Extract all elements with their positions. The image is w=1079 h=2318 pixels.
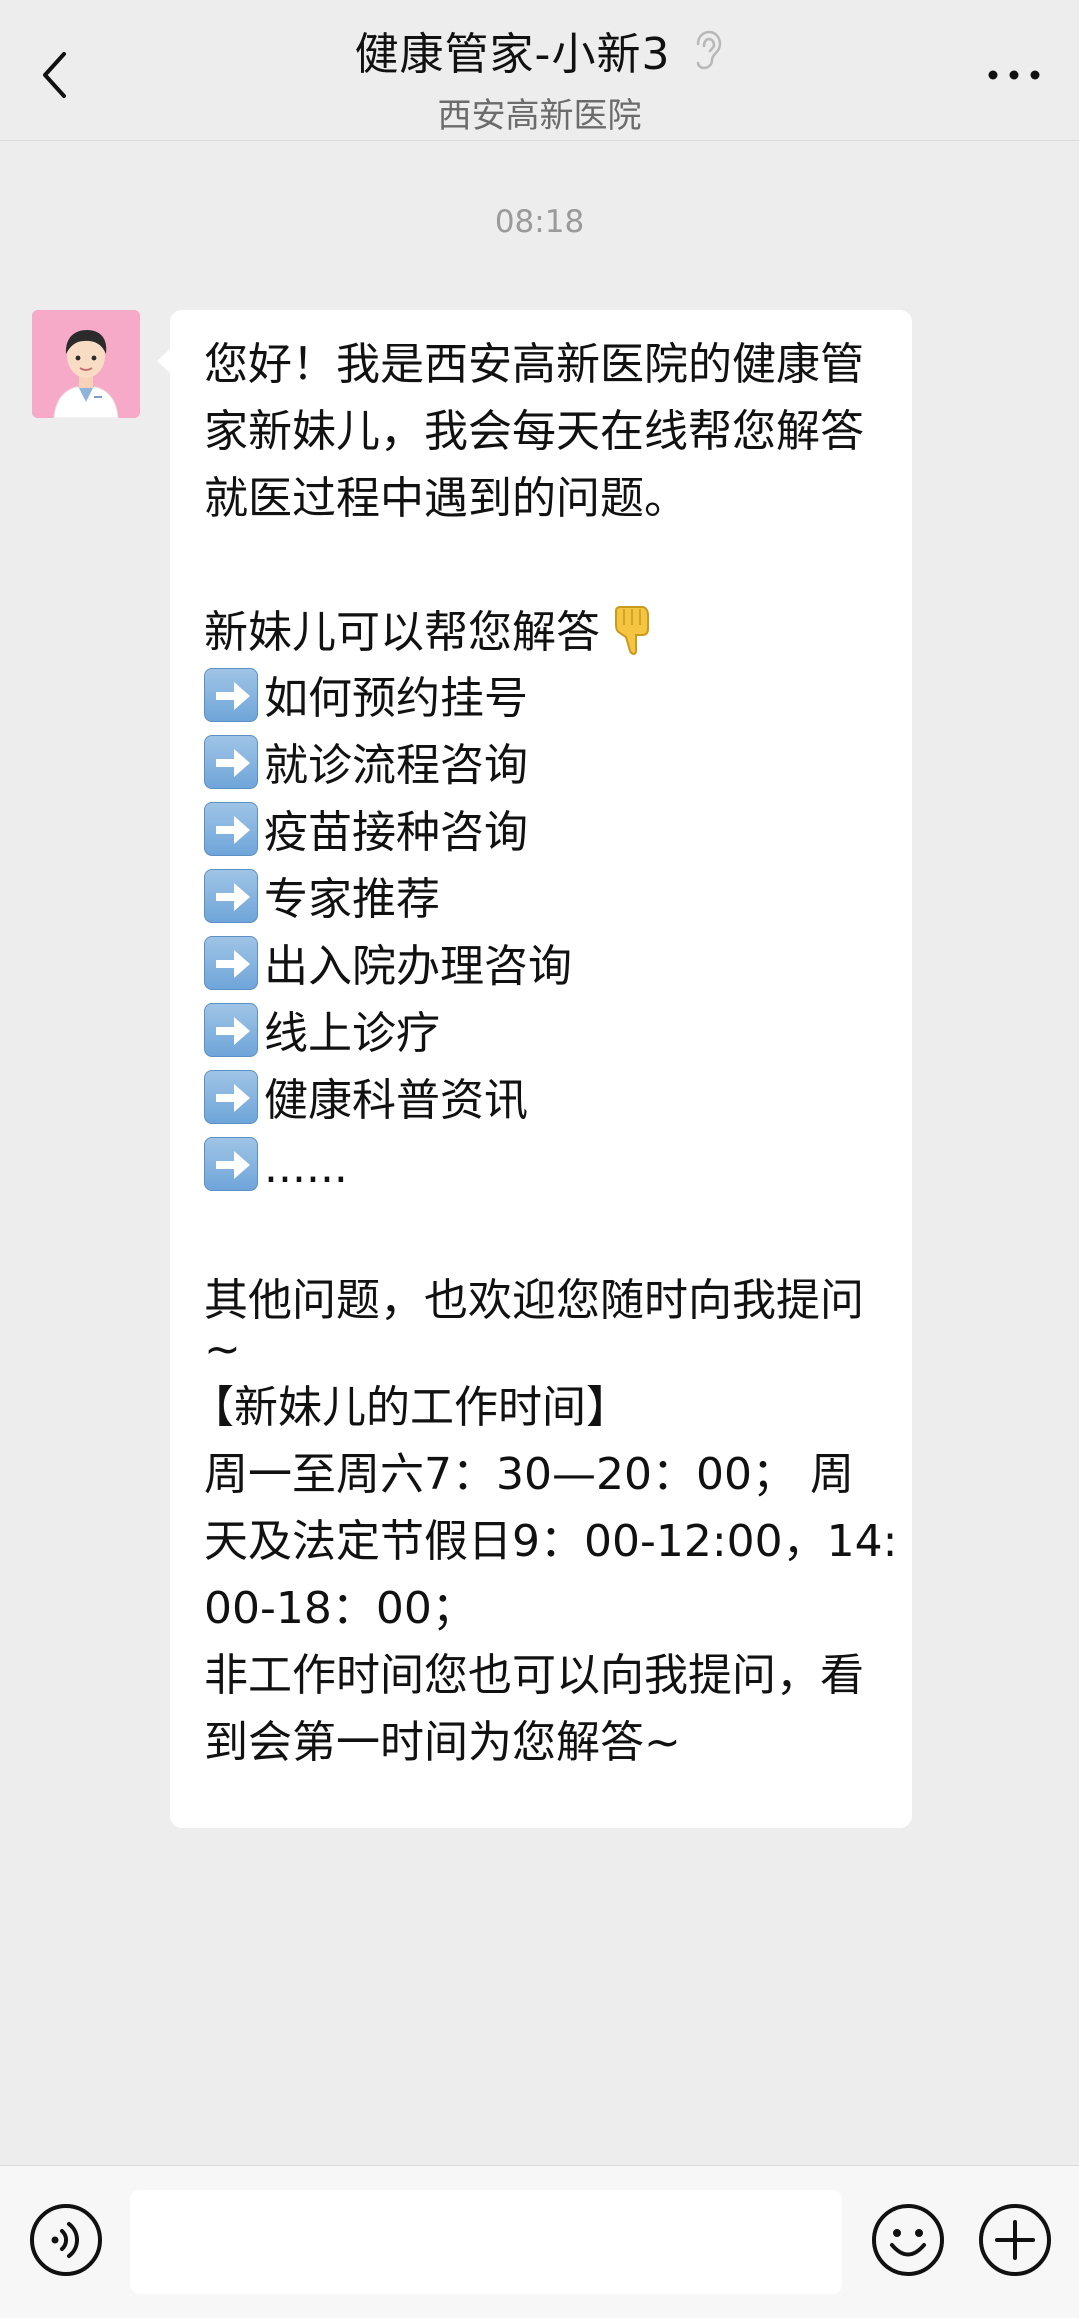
help-item-text: 健康科普资讯 bbox=[264, 1074, 528, 1126]
doctor-avatar-image bbox=[32, 310, 140, 418]
right-arrow-icon bbox=[204, 1069, 258, 1124]
emoji-button[interactable] bbox=[870, 2202, 946, 2278]
chat-title: 健康管家-小新3 bbox=[354, 29, 671, 80]
right-arrow-icon bbox=[204, 735, 258, 790]
help-item: 如何预约挂号 bbox=[204, 666, 886, 733]
avatar[interactable] bbox=[32, 310, 140, 418]
ear-icon bbox=[690, 30, 724, 70]
emoji-icon bbox=[872, 2204, 944, 2276]
help-item: 疫苗接种咨询 bbox=[204, 800, 886, 867]
message-input[interactable] bbox=[130, 2190, 842, 2294]
message-line: 00-18：00； bbox=[204, 1583, 476, 1635]
plus-icon bbox=[979, 2204, 1051, 2276]
hours-heading: 【新妹儿的工作时间】 bbox=[190, 1382, 630, 1434]
help-item-text: 专家推荐 bbox=[264, 874, 440, 926]
help-item: 专家推荐 bbox=[204, 867, 886, 934]
help-item: 健康科普资讯 bbox=[204, 1068, 886, 1135]
right-arrow-icon bbox=[204, 869, 258, 924]
message-line: 非工作时间您也可以向我提问，看 bbox=[204, 1649, 864, 1701]
message-line: 您好！我是西安高新医院的健康管 bbox=[204, 339, 864, 390]
voice-icon bbox=[30, 2204, 102, 2276]
help-item: 就诊流程咨询 bbox=[204, 733, 886, 800]
input-bar bbox=[0, 2165, 1079, 2318]
message-line: 周一至周六7：30—20：00； 周 bbox=[204, 1449, 854, 1501]
help-item-text: 疫苗接种咨询 bbox=[264, 807, 528, 859]
help-item: 出入院办理咨询 bbox=[204, 934, 886, 1001]
message-line: 到会第一时间为您解答~ bbox=[204, 1716, 681, 1768]
message-bubble: 您好！我是西安高新医院的健康管 家新妹儿，我会每天在线帮您解答 就医过程中遇到的… bbox=[157, 310, 912, 1828]
help-item: ...... bbox=[204, 1135, 886, 1202]
more-button[interactable] bbox=[979, 50, 1049, 100]
help-heading: 新妹儿可以帮您解答 bbox=[204, 600, 886, 667]
more-dots-icon bbox=[988, 70, 1040, 80]
message-line: 就医过程中遇到的问题。 bbox=[204, 472, 688, 524]
plus-button[interactable] bbox=[977, 2202, 1053, 2278]
message-line: 其他问题，也欢迎您随时向我提问 bbox=[204, 1275, 864, 1327]
help-item-text: 出入院办理咨询 bbox=[264, 941, 572, 993]
message-line: 家新妹儿，我会每天在线帮您解答 bbox=[204, 405, 864, 457]
message-line: 天及法定节假日9：00-12:00，14: bbox=[204, 1516, 898, 1568]
right-arrow-icon bbox=[204, 1136, 258, 1191]
message-timestamp: 08:18 bbox=[494, 204, 585, 240]
help-item: 线上诊疗 bbox=[204, 1001, 886, 1068]
help-item-text: 如何预约挂号 bbox=[264, 673, 528, 725]
right-arrow-icon bbox=[204, 668, 258, 723]
help-heading-text: 新妹儿可以帮您解答 bbox=[204, 606, 600, 658]
chat-subtitle: 西安高新医院 bbox=[437, 96, 642, 136]
right-arrow-icon bbox=[204, 802, 258, 857]
pointing-down-hand-icon bbox=[610, 603, 654, 657]
right-arrow-icon bbox=[204, 1002, 258, 1057]
message-line: ~ bbox=[204, 1324, 241, 1376]
help-item-text: ...... bbox=[264, 1141, 348, 1193]
help-item-text: 线上诊疗 bbox=[264, 1007, 440, 1059]
chat-header: 健康管家-小新3 西安高新医院 bbox=[0, 0, 1079, 141]
help-item-text: 就诊流程咨询 bbox=[264, 740, 528, 792]
right-arrow-icon bbox=[204, 936, 258, 991]
voice-button[interactable] bbox=[28, 2202, 104, 2278]
